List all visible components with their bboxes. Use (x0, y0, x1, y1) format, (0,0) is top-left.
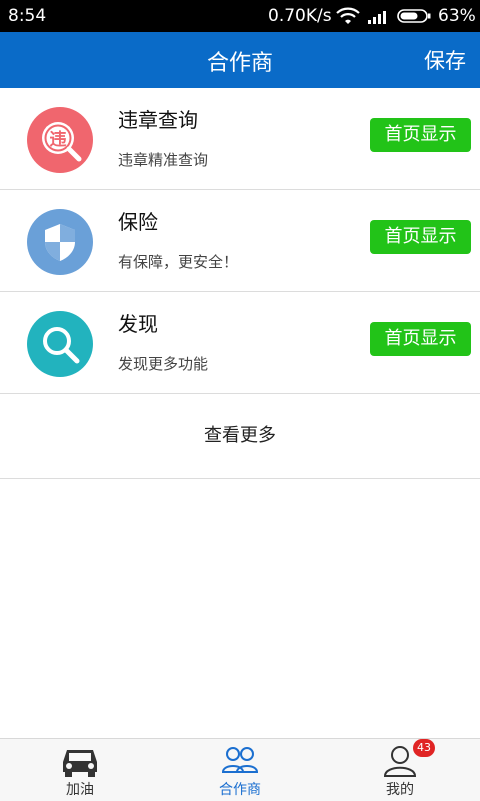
item-name: 发现 (118, 312, 158, 336)
battery-icon (397, 9, 431, 23)
item-name: 违章查询 (118, 108, 198, 132)
item-description: 发现更多功能 (118, 355, 209, 373)
partners-icon (221, 747, 259, 773)
battery-percent: 63% (438, 6, 476, 26)
signal-icon (368, 11, 386, 24)
app-header: 合作商 保存 (0, 32, 480, 88)
status-time: 8:54 (8, 6, 47, 26)
shield-icon (27, 209, 93, 275)
tab-label: 加油 (66, 782, 94, 798)
tab-partners[interactable]: 合作商 (160, 739, 320, 801)
tab-mine[interactable]: 43 我的 (320, 739, 480, 801)
tab-label: 合作商 (219, 782, 261, 798)
tab-label: 我的 (386, 782, 414, 798)
item-name: 保险 (118, 210, 158, 234)
list-item-violation[interactable]: 违 违章查询 违章精准查询 首页显示 (0, 88, 480, 190)
view-more-button[interactable]: 查看更多 (0, 393, 480, 479)
show-on-home-button[interactable]: 首页显示 (370, 118, 471, 152)
svg-text:违: 违 (50, 129, 67, 150)
item-description: 有保障，更安全！ (118, 253, 239, 271)
save-button[interactable]: 保存 (424, 45, 466, 75)
wifi-icon (336, 7, 360, 24)
tab-refuel[interactable]: 加油 (0, 739, 160, 801)
search-icon (27, 311, 93, 377)
violation-search-icon: 违 (27, 107, 93, 173)
item-description: 违章精准查询 (118, 151, 209, 169)
list-item-insurance[interactable]: 保险 有保障，更安全！ 首页显示 (0, 190, 480, 292)
partner-list: 违 违章查询 违章精准查询 首页显示 保险 有保障，更安全！ 首页显示 发现 发… (0, 88, 480, 394)
status-bar: 8:54 0.70K/s 63% (0, 0, 480, 32)
car-icon (63, 750, 97, 777)
show-on-home-button[interactable]: 首页显示 (370, 322, 471, 356)
page-title: 合作商 (206, 51, 273, 76)
show-on-home-button[interactable]: 首页显示 (370, 220, 471, 254)
bottom-tab-bar: 加油 合作商 43 我的 (0, 738, 480, 801)
network-speed: 0.70K/s (268, 6, 332, 26)
notification-badge: 43 (413, 739, 435, 757)
list-item-discover[interactable]: 发现 发现更多功能 首页显示 (0, 292, 480, 394)
